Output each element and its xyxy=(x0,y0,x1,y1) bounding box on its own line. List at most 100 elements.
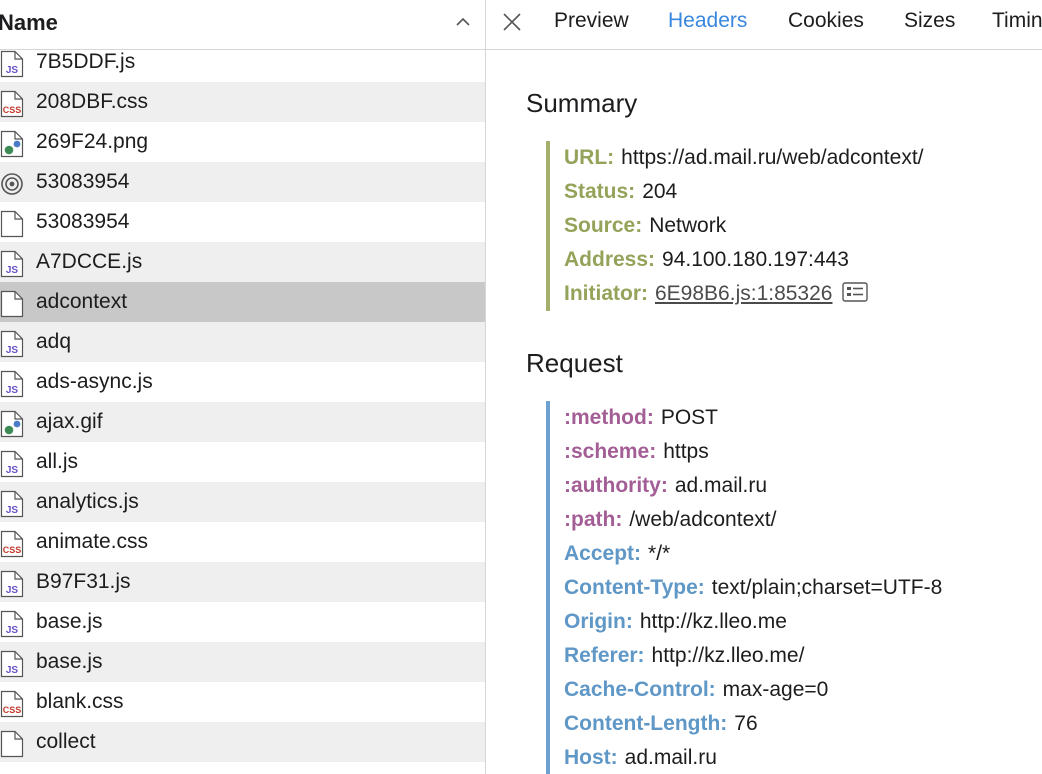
js-file-icon: JS xyxy=(0,610,24,638)
header-key: :path: xyxy=(564,508,623,531)
header-value: POST xyxy=(660,406,719,429)
resource-row[interactable]: JS A7DCCE.js xyxy=(0,242,485,282)
resource-row[interactable]: ajax.gif xyxy=(0,402,485,442)
header-key: Referer: xyxy=(564,644,645,667)
svg-text:JS: JS xyxy=(6,265,19,276)
resource-row[interactable]: CSS 208DBF.css xyxy=(0,82,485,122)
resource-row[interactable]: JS base.js xyxy=(0,602,485,642)
resource-name: animate.css xyxy=(36,530,149,553)
resource-row[interactable]: adcontext xyxy=(0,282,485,322)
header-key: :method: xyxy=(564,406,654,429)
summary-key: URL: xyxy=(564,146,615,169)
details-tab-bar: Preview Headers Cookies Sizes Timing xyxy=(486,0,1042,50)
tab-timing[interactable]: Timing xyxy=(992,9,1042,33)
tab-cookies[interactable]: Cookies xyxy=(788,9,864,33)
header-value: https xyxy=(663,440,709,463)
initiator-link[interactable]: 6E98B6.js:1:85326 xyxy=(655,282,832,305)
tab-preview[interactable]: Preview xyxy=(554,9,629,33)
svg-text:JS: JS xyxy=(6,345,19,356)
resource-row[interactable]: 53083954 xyxy=(0,162,485,202)
header-value: http://kz.lleo.me/ xyxy=(651,644,805,667)
svg-text:CSS: CSS xyxy=(3,545,22,555)
resource-row[interactable]: collect xyxy=(0,722,485,762)
request-header-row: :path: /web/adcontext/ xyxy=(564,503,942,537)
request-header-row: Content-Length: 76 xyxy=(564,707,942,741)
resource-name: 208DBF.css xyxy=(36,90,149,113)
image-file-icon xyxy=(0,130,24,158)
name-column-title: Name xyxy=(0,10,58,35)
resource-name: B97F31.js xyxy=(36,570,131,593)
resource-name: 269F24.png xyxy=(36,130,149,153)
header-value: ad.mail.ru xyxy=(674,474,768,497)
header-key: Content-Type: xyxy=(564,576,705,599)
js-file-icon: JS xyxy=(0,450,24,478)
name-column-header[interactable]: Name xyxy=(0,0,485,50)
resource-list: JS 7B5DDF.js CSS 208DBF.css 269F24.png 530839… xyxy=(0,42,485,762)
resource-name: adcontext xyxy=(36,290,128,313)
summary-row: Address: 94.100.180.197:443 xyxy=(564,243,923,277)
request-header-row: :scheme: https xyxy=(564,435,942,469)
request-header-row: Referer: http://kz.lleo.me/ xyxy=(564,639,942,673)
request-header-row: Accept: */* xyxy=(564,537,942,571)
resource-name: base.js xyxy=(36,650,103,673)
close-icon[interactable] xyxy=(502,12,522,32)
summary-value: 204 xyxy=(642,180,678,203)
resource-name: 53083954 xyxy=(36,170,130,193)
resource-name: 7B5DDF.js xyxy=(36,50,136,73)
web-inspector-network: JS 7B5DDF.js CSS 208DBF.css 269F24.png 530839… xyxy=(0,0,1042,774)
document-icon xyxy=(0,290,24,318)
js-file-icon: JS xyxy=(0,490,24,518)
css-file-icon: CSS xyxy=(0,530,24,558)
resource-list-panel: JS 7B5DDF.js CSS 208DBF.css 269F24.png 530839… xyxy=(0,0,485,774)
header-value: ad.mail.ru xyxy=(624,746,717,769)
header-key: :authority: xyxy=(564,474,668,497)
tab-headers[interactable]: Headers xyxy=(668,9,747,33)
resource-row[interactable]: CSS blank.css xyxy=(0,682,485,722)
resource-row[interactable]: CSS animate.css xyxy=(0,522,485,562)
resource-row[interactable]: JS analytics.js xyxy=(0,482,485,522)
resource-name: ads-async.js xyxy=(36,370,153,393)
header-value: 76 xyxy=(734,712,758,735)
image-file-icon xyxy=(0,410,24,438)
header-key: Cache-Control: xyxy=(564,678,716,701)
summary-row: Source: Network xyxy=(564,209,923,243)
request-section-title: Request xyxy=(526,348,623,378)
header-key: Origin: xyxy=(564,610,633,633)
resource-row[interactable]: JS all.js xyxy=(0,442,485,482)
summary-key: Initiator: xyxy=(564,282,648,305)
header-key: :scheme: xyxy=(564,440,657,463)
request-header-row: Origin: http://kz.lleo.me xyxy=(564,605,942,639)
summary-row: URL: https://ad.mail.ru/web/adcontext/ xyxy=(564,141,923,175)
request-header-row: Host: ad.mail.ru xyxy=(564,741,942,774)
resource-row[interactable]: JS base.js xyxy=(0,642,485,682)
target-icon xyxy=(1,173,23,195)
request-header-row: Cache-Control: max-age=0 xyxy=(564,673,942,707)
header-value: http://kz.lleo.me xyxy=(639,610,787,633)
svg-text:JS: JS xyxy=(6,665,19,676)
summary-key: Status: xyxy=(564,180,636,203)
summary-section-title: Summary xyxy=(526,88,638,118)
resource-row[interactable]: JS B97F31.js xyxy=(0,562,485,602)
details-panel: Preview Headers Cookies Sizes Timing Sum… xyxy=(486,0,1042,774)
svg-text:JS: JS xyxy=(6,65,19,76)
css-file-icon: CSS xyxy=(0,90,24,118)
resource-row[interactable]: 53083954 xyxy=(0,202,485,242)
list-icon[interactable] xyxy=(842,282,869,303)
js-file-icon: JS xyxy=(0,370,24,398)
summary-value: Network xyxy=(649,214,727,237)
chevron-up-icon[interactable] xyxy=(455,14,471,30)
resource-name: A7DCCE.js xyxy=(36,250,143,273)
resource-row[interactable]: JS ads-async.js xyxy=(0,362,485,402)
resource-row[interactable]: 269F24.png xyxy=(0,122,485,162)
resource-name: all.js xyxy=(36,450,79,473)
resource-name: base.js xyxy=(36,610,103,633)
tab-sizes[interactable]: Sizes xyxy=(904,9,955,33)
resource-row[interactable]: JS adq xyxy=(0,322,485,362)
summary-row: Status: 204 xyxy=(564,175,923,209)
resource-name: ajax.gif xyxy=(36,410,103,433)
summary-value: https://ad.mail.ru/web/adcontext/ xyxy=(621,146,924,169)
summary-key: Source: xyxy=(564,214,643,237)
request-header-row: Content-Type: text/plain;charset=UTF-8 xyxy=(564,571,942,605)
svg-text:JS: JS xyxy=(6,465,19,476)
document-icon xyxy=(0,210,24,238)
